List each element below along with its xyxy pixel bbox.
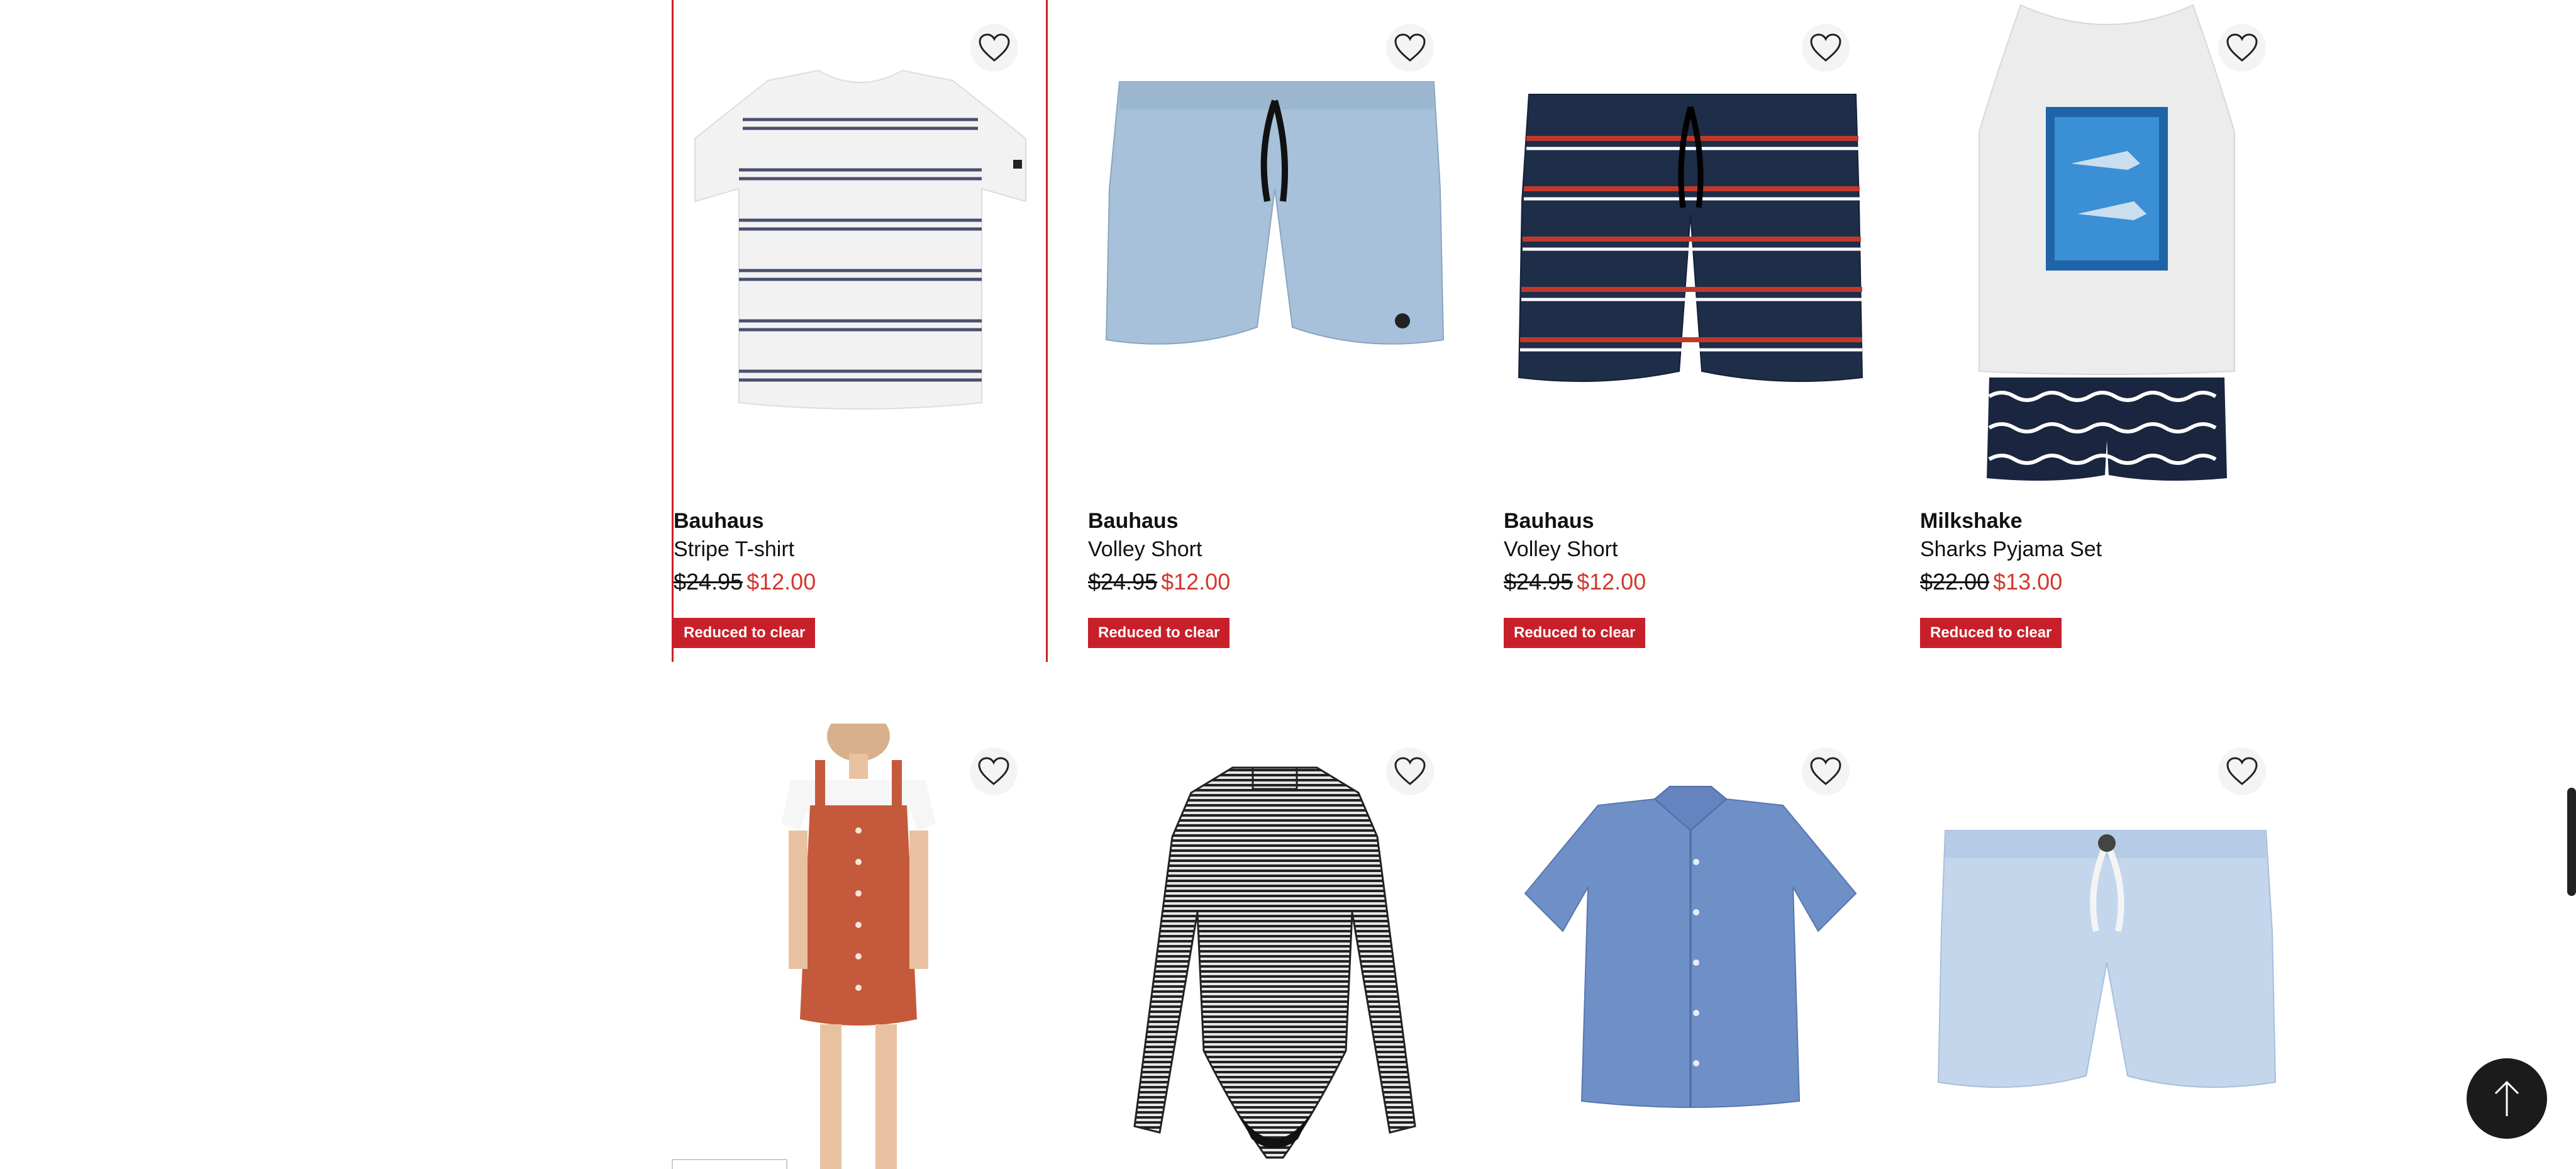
product-image[interactable] xyxy=(674,0,1047,497)
heart-outline-icon xyxy=(2226,33,2258,62)
sale-badge: Reduced to clear xyxy=(1920,618,2062,648)
sale-badge: Reduced to clear xyxy=(1504,618,1646,648)
heart-outline-icon xyxy=(1810,757,1841,785)
wishlist-button[interactable] xyxy=(1802,747,1850,795)
sale-badge: Reduced to clear xyxy=(674,618,816,648)
product-card[interactable]: Bauhaus Stripe T-shirt $24.95 $12.00 Redu… xyxy=(672,0,1048,662)
wishlist-button[interactable] xyxy=(2218,24,2266,72)
product-name[interactable]: Sharks Pyjama Set xyxy=(1920,535,2102,564)
wishlist-button[interactable] xyxy=(970,24,1018,72)
product-brand[interactable]: Bauhaus xyxy=(1088,507,1230,535)
was-price: $24.95 xyxy=(674,569,743,595)
heart-outline-icon xyxy=(978,757,1009,785)
heart-outline-icon xyxy=(979,33,1010,62)
wishlist-button[interactable] xyxy=(1386,747,1434,795)
product-tag xyxy=(672,1159,787,1169)
wishlist-button[interactable] xyxy=(970,747,1018,795)
was-price: $24.95 xyxy=(1088,569,1158,595)
arrow-up-icon xyxy=(2494,1080,2519,1116)
back-to-top-button[interactable] xyxy=(2467,1058,2547,1139)
product-card[interactable] xyxy=(1088,724,1462,1169)
product-image[interactable] xyxy=(1088,0,1462,497)
product-card[interactable] xyxy=(1920,724,2294,1169)
product-name[interactable]: Stripe T-shirt xyxy=(674,535,816,564)
sale-price: $12.00 xyxy=(747,569,816,595)
wishlist-button[interactable] xyxy=(1802,24,1850,72)
product-brand[interactable]: Milkshake xyxy=(1920,507,2102,535)
sale-price: $12.00 xyxy=(1161,569,1231,595)
product-card[interactable] xyxy=(1504,724,1877,1169)
product-card[interactable] xyxy=(672,724,1045,1169)
heart-outline-icon xyxy=(1394,33,1426,62)
product-card[interactable]: Milkshake Sharks Pyjama Set $22.00 $13.00… xyxy=(1920,0,2294,662)
heart-outline-icon xyxy=(1810,33,1841,62)
was-price: $22.00 xyxy=(1920,569,1990,595)
sale-badge: Reduced to clear xyxy=(1088,618,1230,648)
heart-outline-icon xyxy=(1394,757,1426,785)
wishlist-button[interactable] xyxy=(2218,747,2266,795)
product-name[interactable]: Volley Short xyxy=(1088,535,1230,564)
sale-price: $13.00 xyxy=(1993,569,2063,595)
product-brand[interactable]: Bauhaus xyxy=(674,507,816,535)
product-card[interactable]: Bauhaus Volley Short $24.95 $12.00 Reduce… xyxy=(1088,0,1462,662)
product-card[interactable]: Bauhaus Volley Short $24.95 $12.00 Reduce… xyxy=(1504,0,1877,662)
product-image[interactable] xyxy=(1920,0,2294,497)
sale-price: $12.00 xyxy=(1577,569,1646,595)
heart-outline-icon xyxy=(2226,757,2258,785)
product-image[interactable] xyxy=(1504,0,1877,497)
wishlist-button[interactable] xyxy=(1386,24,1434,72)
product-name[interactable]: Volley Short xyxy=(1504,535,1646,564)
product-brand[interactable]: Bauhaus xyxy=(1504,507,1646,535)
was-price: $24.95 xyxy=(1504,569,1574,595)
page-scrollbar[interactable] xyxy=(2567,788,2576,896)
